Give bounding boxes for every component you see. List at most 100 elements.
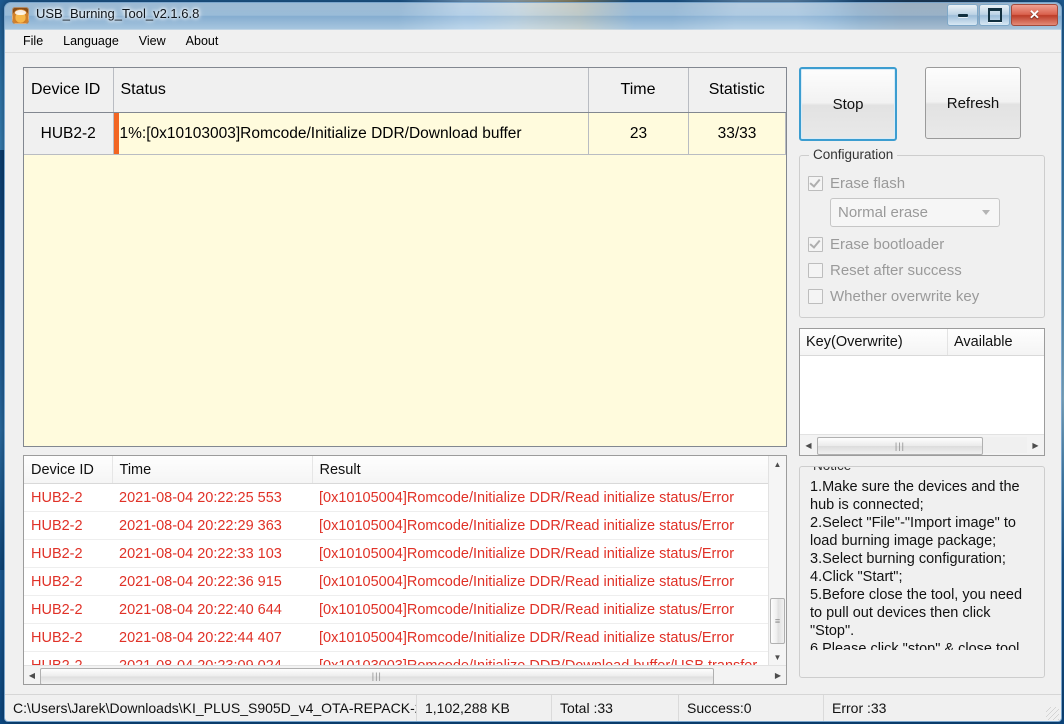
window-title: USB_Burning_Tool_v2.1.6.8	[36, 6, 200, 21]
key-list-hscrollbar[interactable]: ◀ ||| ▶	[800, 434, 1044, 455]
log-table: Device ID Time Result HUB2-2 2021-08-04 2…	[23, 455, 787, 685]
checkbox-erase-bootloader-label: Erase bootloader	[830, 235, 945, 253]
log-col-device-id[interactable]: Device ID	[24, 456, 113, 484]
checkbox-icon	[808, 236, 823, 252]
checkbox-erase-bootloader[interactable]: Erase bootloader	[808, 231, 1036, 257]
notice-line-2: 2.Select "File"-"Import image" to load b…	[810, 514, 1016, 549]
chevron-down-icon	[982, 210, 990, 215]
erase-mode-select[interactable]: Normal erase	[830, 198, 1000, 227]
table-row[interactable]: HUB2-2 2021-08-04 20:22:36 915 [0x10105004…	[24, 567, 769, 596]
checkbox-whether-overwrite-key[interactable]: Whether overwrite key	[808, 283, 1036, 309]
log-row-time: 2021-08-04 20:22:36 915	[112, 567, 312, 596]
menu-item-language[interactable]: Language	[53, 31, 129, 51]
log-vscrollbar[interactable]: ▲ ≡ ▼	[768, 456, 786, 666]
key-list-hscroll-thumb[interactable]: |||	[817, 437, 983, 455]
key-list-header: Key(Overwrite) Available	[800, 329, 1044, 356]
log-row-time: 2021-08-04 20:22:40 644	[112, 595, 312, 624]
scroll-left-icon[interactable]: ◀	[800, 441, 817, 450]
device-table-col-device-id[interactable]: Device ID	[24, 68, 114, 113]
erase-mode-value: Normal erase	[838, 204, 929, 221]
log-row-time: 2021-08-04 20:22:25 553	[112, 483, 312, 512]
grip-icon: |||	[894, 441, 905, 451]
menu-item-file[interactable]: File	[13, 31, 53, 51]
log-row-result: [0x10105004]Romcode/Initialize DDR/Read …	[312, 595, 769, 624]
scroll-right-icon[interactable]: ▶	[1027, 441, 1044, 450]
device-table-header: Device ID Status Time Statistic	[24, 68, 786, 113]
notice-group: Notice 1.Make sure the devices and the h…	[799, 466, 1045, 678]
scroll-right-icon[interactable]: ▶	[770, 671, 786, 680]
table-row[interactable]: HUB2-2 1%:[0x10103003]Romcode/Initialize…	[24, 112, 786, 155]
status-success: Success:0	[679, 695, 824, 721]
notice-line-1: 1.Make sure the devices and the hub is c…	[810, 479, 1020, 513]
table-row[interactable]: HUB2-2 2021-08-04 20:22:33 103 [0x10105004…	[24, 539, 769, 568]
scroll-up-icon[interactable]: ▲	[769, 456, 786, 473]
checkbox-reset-after-success-label: Reset after success	[830, 261, 962, 279]
notice-legend: Notice	[809, 467, 856, 473]
menu-bar: File Language View About	[5, 30, 1061, 53]
refresh-button[interactable]: Refresh	[925, 67, 1021, 139]
close-button[interactable]: ✕	[1011, 4, 1058, 26]
minimize-icon	[957, 13, 968, 17]
log-row-result: [0x10105004]Romcode/Initialize DDR/Read …	[312, 567, 769, 596]
log-row-time: 2021-08-04 20:22:44 407	[112, 623, 312, 652]
log-row-time: 2021-08-04 20:22:33 103	[112, 539, 312, 568]
checkbox-erase-flash[interactable]: Erase flash	[808, 170, 1036, 196]
checkbox-reset-after-success[interactable]: Reset after success	[808, 257, 1036, 283]
key-list-col-key[interactable]: Key(Overwrite)	[800, 329, 948, 355]
maximize-button[interactable]	[979, 4, 1010, 26]
checkbox-icon	[808, 288, 823, 304]
device-table-col-statistic[interactable]: Statistic	[688, 68, 786, 113]
log-row-time: 2021-08-04 20:22:29 363	[112, 511, 312, 540]
key-list-col-available[interactable]: Available	[948, 329, 1044, 355]
app-icon	[12, 7, 29, 24]
device-row-statistic: 33/33	[688, 112, 786, 155]
log-col-time[interactable]: Time	[112, 456, 313, 484]
close-icon: ✕	[1029, 7, 1040, 22]
table-row[interactable]: HUB2-2 2021-08-04 20:22:40 644 [0x10105004…	[24, 595, 769, 624]
device-row-status-text: 1%:[0x10103003]Romcode/Initialize DDR/Do…	[119, 124, 522, 142]
stop-button[interactable]: Stop	[799, 67, 897, 141]
window-controls: ✕	[947, 4, 1058, 26]
log-table-header: Device ID Time Result	[24, 456, 769, 484]
checkbox-icon	[808, 262, 823, 278]
log-row-device-id: HUB2-2	[24, 567, 112, 596]
log-row-device-id: HUB2-2	[24, 595, 112, 624]
key-list-hscroll-track[interactable]: |||	[817, 437, 1027, 455]
table-row[interactable]: HUB2-2 2021-08-04 20:22:25 553 [0x10105004…	[24, 483, 769, 512]
log-hscrollbar[interactable]: ◀ ||| ▶	[24, 665, 786, 684]
notice-line-3: 3.Select burning configuration;	[810, 550, 1006, 567]
minimize-button[interactable]	[947, 4, 978, 26]
log-row-result: [0x10105004]Romcode/Initialize DDR/Read …	[312, 539, 769, 568]
table-row[interactable]: HUB2-2 2021-08-04 20:22:29 363 [0x10105004…	[24, 511, 769, 540]
log-row-result: [0x10105004]Romcode/Initialize DDR/Read …	[312, 483, 769, 512]
checkbox-icon	[808, 175, 823, 191]
device-row-id: HUB2-2	[24, 112, 114, 155]
status-image-size: 1,102,288 KB	[417, 695, 552, 721]
notice-line-6: 6.Please click "stop" & close tool	[810, 640, 1020, 650]
device-table-col-status[interactable]: Status	[113, 68, 589, 113]
scroll-down-icon[interactable]: ▼	[769, 649, 786, 666]
checkbox-whether-overwrite-key-label: Whether overwrite key	[830, 287, 980, 305]
notice-line-5: 5.Before close the tool, you need to pul…	[810, 586, 1023, 639]
log-row-device-id: HUB2-2	[24, 623, 112, 652]
log-row-device-id: HUB2-2	[24, 511, 112, 540]
log-hscroll-thumb[interactable]: |||	[40, 667, 714, 684]
table-row[interactable]: HUB2-2 2021-08-04 20:22:44 407 [0x10105004…	[24, 623, 769, 652]
menu-item-view[interactable]: View	[129, 31, 176, 51]
log-hscroll-track[interactable]: |||	[40, 667, 770, 684]
progress-bar	[113, 113, 119, 154]
notice-body: 1.Make sure the devices and the hub is c…	[800, 467, 1044, 654]
scroll-left-icon[interactable]: ◀	[24, 671, 40, 680]
notice-line-4: 4.Click "Start";	[810, 568, 903, 585]
log-row-result: [0x10105004]Romcode/Initialize DDR/Read …	[312, 511, 769, 540]
device-table-col-time[interactable]: Time	[588, 68, 689, 113]
resize-grip-icon[interactable]	[1046, 707, 1059, 720]
log-col-result[interactable]: Result	[312, 456, 769, 484]
log-row-device-id: HUB2-2	[24, 539, 112, 568]
key-overwrite-list: Key(Overwrite) Available ◀ ||| ▶	[799, 328, 1045, 456]
device-table: Device ID Status Time Statistic HUB2-2 1…	[23, 67, 787, 447]
status-total: Total :33	[552, 695, 679, 721]
menu-item-about[interactable]: About	[176, 31, 229, 51]
maximize-icon	[987, 8, 1002, 22]
log-vscroll-thumb[interactable]: ≡	[770, 598, 785, 644]
